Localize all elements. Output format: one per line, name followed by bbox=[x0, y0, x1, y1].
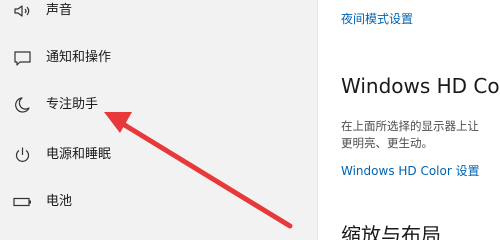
sidebar-item-label: 电源和睡眠 bbox=[46, 147, 112, 162]
sidebar-item-notifications[interactable]: 通知和操作 bbox=[0, 38, 317, 78]
settings-sidebar: 声音 通知和操作 专注助手 电源和睡眠 电池 bbox=[0, 0, 317, 240]
sidebar-item-focus-assist[interactable]: 专注助手 bbox=[0, 85, 317, 125]
moon-icon bbox=[12, 95, 34, 115]
sidebar-item-label: 电池 bbox=[46, 194, 73, 209]
sidebar-item-label: 声音 bbox=[46, 3, 73, 18]
notification-icon bbox=[12, 48, 34, 68]
hd-color-description-line1: 在上面所选择的显示器上让 bbox=[341, 119, 479, 133]
sidebar-item-power-sleep[interactable]: 电源和睡眠 bbox=[0, 135, 317, 175]
speaker-icon bbox=[12, 1, 34, 21]
sidebar-item-battery[interactable]: 电池 bbox=[0, 182, 317, 222]
power-icon bbox=[12, 145, 34, 165]
hd-color-heading: Windows HD Color bbox=[341, 74, 500, 98]
night-light-settings-link[interactable]: 夜间模式设置 bbox=[341, 11, 413, 27]
display-settings-content: 夜间模式设置 Windows HD Color 在上面所选择的显示器上让 更明亮… bbox=[318, 0, 500, 240]
hd-color-description-line2: 更明亮、更生动。 bbox=[341, 136, 433, 150]
sidebar-item-label: 专注助手 bbox=[46, 97, 99, 112]
sidebar-item-sound[interactable]: 声音 bbox=[0, 0, 317, 31]
battery-icon bbox=[12, 192, 34, 212]
sidebar-item-label: 通知和操作 bbox=[46, 50, 112, 65]
hd-color-settings-link[interactable]: Windows HD Color 设置 bbox=[341, 163, 480, 179]
scale-layout-heading: 缩放与布局 bbox=[341, 223, 441, 240]
